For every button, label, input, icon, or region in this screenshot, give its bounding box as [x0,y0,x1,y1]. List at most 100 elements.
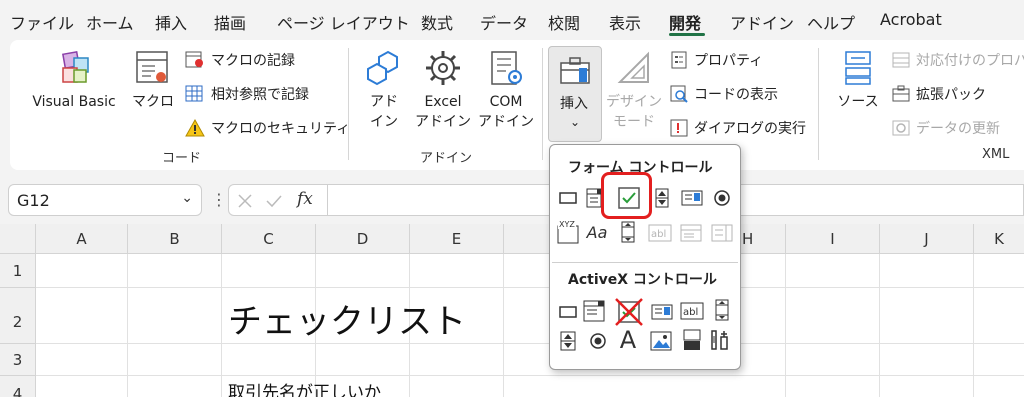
xml-source-label: ソース [837,94,879,110]
grid-line [785,254,786,397]
visual-basic-label: Visual Basic [32,94,116,110]
name-box-value: G12 [17,191,50,210]
select-all-corner[interactable] [0,224,36,254]
activex-spin-button-icon[interactable] [557,330,579,352]
worksheet-grid[interactable]: A B C D E H I J K 1 2 3 4 チェックリスト 取引先名が正… [0,224,1024,397]
grid-line [36,287,1024,288]
tab-home[interactable]: ホーム [86,10,134,34]
macro-icon [136,51,168,83]
properties-button[interactable]: プロパティ [670,50,763,70]
cell-c4-text: 取引先名が正しいか [228,383,381,397]
design-mode-label-line1: デザイン [606,94,662,110]
visual-basic-icon [62,51,89,83]
macro-button[interactable]: マクロ [126,48,180,112]
tab-data[interactable]: データ [480,10,528,34]
excel-addins-button[interactable]: Excel アドイン [415,48,471,132]
abl-text: abl [683,307,698,318]
tab-page-layout[interactable]: ページ レイアウト [277,10,410,34]
com-addins-icon [491,51,522,85]
expansion-pack-label: 拡張パック [916,87,986,103]
tab-insert[interactable]: 挿入 [155,10,187,34]
form-spin-button-icon[interactable] [651,187,673,209]
activex-label-icon[interactable]: A [616,326,640,354]
activex-textbox-icon[interactable]: abl [679,300,705,322]
form-combo-dropdown-disabled-icon [711,222,733,244]
relative-reference-icon [185,85,203,102]
expansion-pack-button[interactable]: 拡張パック [892,84,986,104]
record-macro-icon [185,51,203,68]
tab-draw[interactable]: 描画 [214,10,246,34]
column-header-c[interactable]: C [222,224,316,254]
tab-help[interactable]: ヘルプ [807,10,855,34]
activex-option-button-icon[interactable] [587,330,609,352]
function-icon[interactable]: fx [297,189,313,209]
column-header-i[interactable]: I [786,224,880,254]
row-header-4[interactable]: 4 [0,376,36,397]
activex-scrollbar-icon[interactable] [711,299,733,321]
excel-addins-label-line1: Excel [424,94,462,110]
column-header-j[interactable]: J [880,224,974,254]
form-button-icon[interactable] [557,187,579,209]
form-listbox-icon[interactable] [681,187,703,209]
activex-image-icon[interactable] [649,330,673,352]
macro-security-button[interactable]: マクロのセキュリティ [185,118,350,138]
gear-icon [426,51,460,85]
group-label-addins: アドイン [420,151,473,166]
tab-addins[interactable]: アドイン [730,10,794,34]
run-dialog-icon [670,119,688,137]
tab-acrobat[interactable]: Acrobat [880,10,942,29]
row-header-2[interactable]: 2 [0,288,36,344]
column-header-b[interactable]: B [128,224,222,254]
addins-button[interactable]: アド イン [362,48,406,132]
view-code-button[interactable]: コードの表示 [670,84,778,104]
group-label-code: コード [162,151,202,166]
design-mode-button[interactable]: デザイン モード [606,48,662,132]
activex-toggle-button-icon[interactable] [681,329,703,351]
grid-line [503,254,504,397]
column-header-d[interactable]: D [316,224,410,254]
name-box[interactable]: G12 ⌄ [8,184,202,216]
map-properties-icon [892,52,910,68]
column-header-k[interactable]: K [974,224,1024,254]
activex-controls-title: ActiveX コントロール [568,272,717,288]
tab-review[interactable]: 校閲 [548,10,580,34]
refresh-data-button[interactable]: データの更新 [892,118,1000,138]
form-groupbox-icon[interactable]: XYZ [555,219,581,245]
relative-reference-button[interactable]: 相対参照で記録 [185,84,309,104]
run-dialog-button[interactable]: ダイアログの実行 [670,118,806,138]
row-header-3[interactable]: 3 [0,344,36,376]
macro-label: マクロ [132,94,174,110]
chevron-down-icon[interactable]: ⌄ [181,190,193,206]
more-options-icon[interactable]: ⋮ [211,190,227,209]
more-controls-tools-icon[interactable] [710,329,732,351]
activex-listbox-icon[interactable] [649,301,675,323]
form-scrollbar-icon[interactable] [617,221,639,243]
com-addins-button[interactable]: COM アドイン [478,48,534,132]
tab-formulas[interactable]: 数式 [421,10,453,34]
form-textfield-disabled-icon: abl [647,222,673,244]
enter-icon[interactable] [265,193,283,209]
activex-combobox-icon[interactable] [583,300,605,322]
form-option-button-icon[interactable] [711,187,733,209]
tab-file[interactable]: ファイル [10,10,74,34]
xml-source-button[interactable]: ソース [828,48,888,112]
tab-view[interactable]: 表示 [609,10,641,34]
ribbon-separator [348,48,349,160]
column-header-a[interactable]: A [36,224,128,254]
map-properties-button[interactable]: 対応付けのプロパ [892,50,1024,70]
column-header-e[interactable]: E [410,224,504,254]
form-label-icon[interactable]: Aa [583,221,611,243]
activex-checkbox-crossed-icon[interactable] [614,297,644,327]
formula-controls: fx [228,184,328,216]
cancel-icon[interactable] [237,193,253,209]
activex-button-icon[interactable] [557,301,579,323]
row-header-1[interactable]: 1 [0,254,36,288]
excel-addins-label-line2: アドイン [415,114,471,130]
checkbox-highlight-box [601,172,652,219]
record-macro-button[interactable]: マクロの記録 [185,50,295,70]
tab-developer[interactable]: 開発 [669,10,701,34]
insert-control-button[interactable]: 挿入 ⌄ [548,46,602,142]
menu-bar: ファイル ホーム 挿入 描画 ページ レイアウト 数式 データ 校閲 表示 開発… [0,0,1024,40]
chevron-down-icon: ⌄ [570,115,581,129]
visual-basic-button[interactable]: Visual Basic [26,48,122,112]
